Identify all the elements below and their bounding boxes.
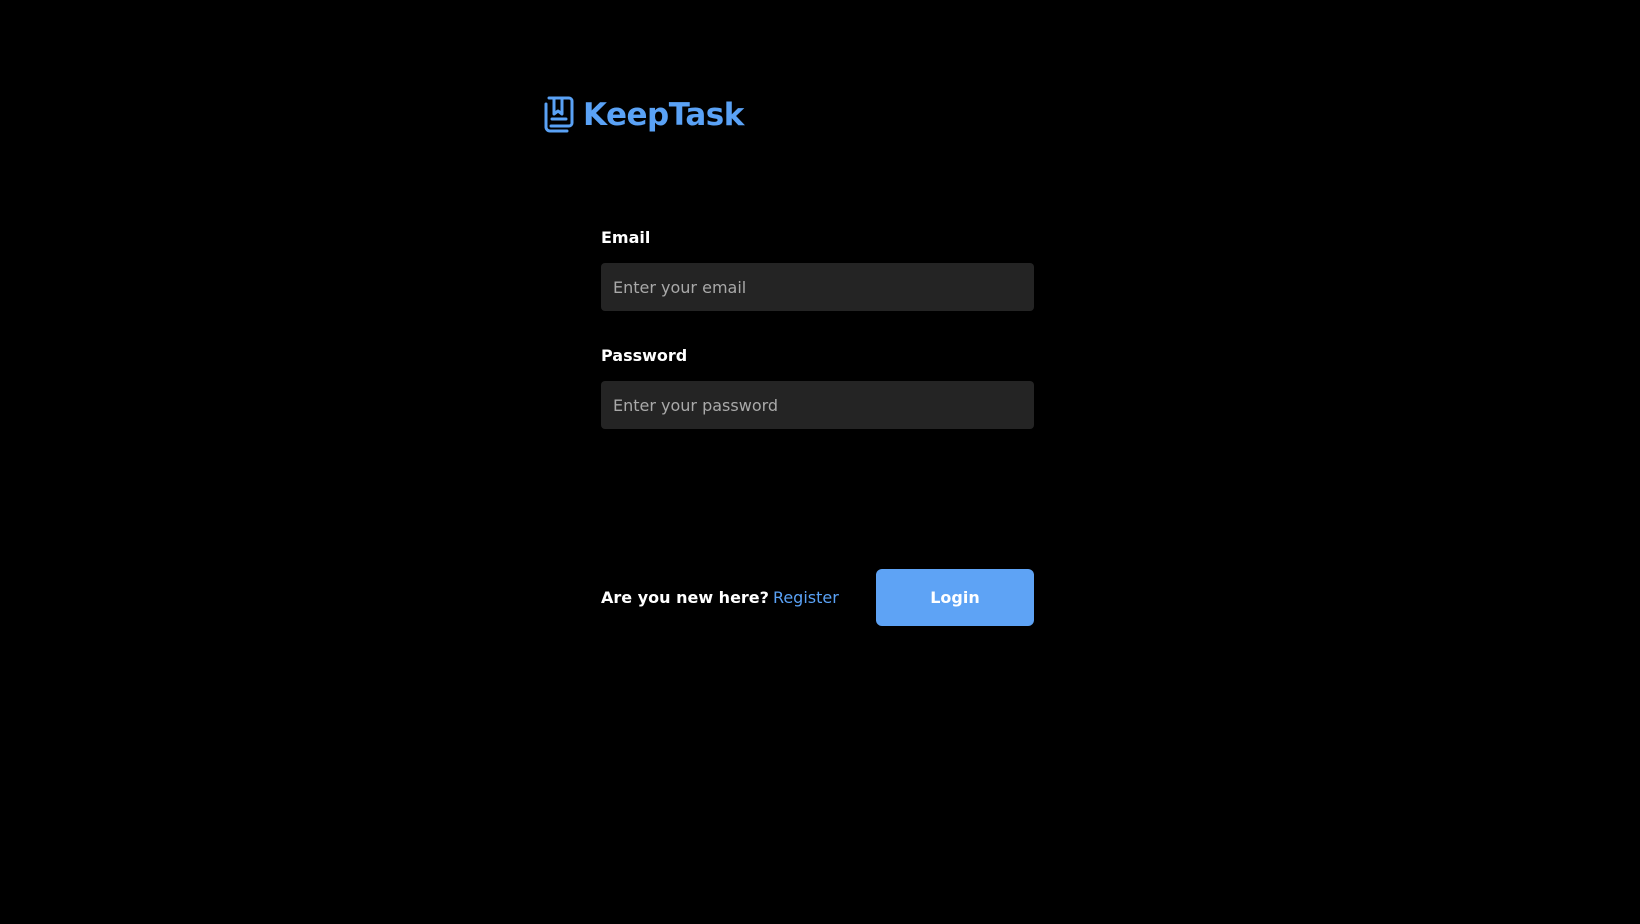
password-input[interactable]: [601, 381, 1034, 429]
email-field-group: Email: [601, 228, 1034, 311]
password-label: Password: [601, 346, 688, 365]
register-link[interactable]: Register: [773, 588, 839, 607]
brand-logo: KeepTask: [543, 96, 744, 134]
login-form: Email Password: [601, 228, 1034, 464]
brand-name: KeepTask: [583, 97, 744, 133]
register-prompt: Are you new here? Register: [601, 588, 839, 607]
password-field-group: Password: [601, 346, 1034, 429]
form-footer: Are you new here? Register Login: [601, 569, 1034, 626]
login-page: KeepTask Email Password Are you new here…: [0, 0, 1640, 924]
register-prompt-text: Are you new here?: [601, 588, 769, 607]
email-label: Email: [601, 228, 651, 247]
email-input[interactable]: [601, 263, 1034, 311]
login-button[interactable]: Login: [876, 569, 1034, 626]
keep-logo-icon: [543, 96, 575, 134]
